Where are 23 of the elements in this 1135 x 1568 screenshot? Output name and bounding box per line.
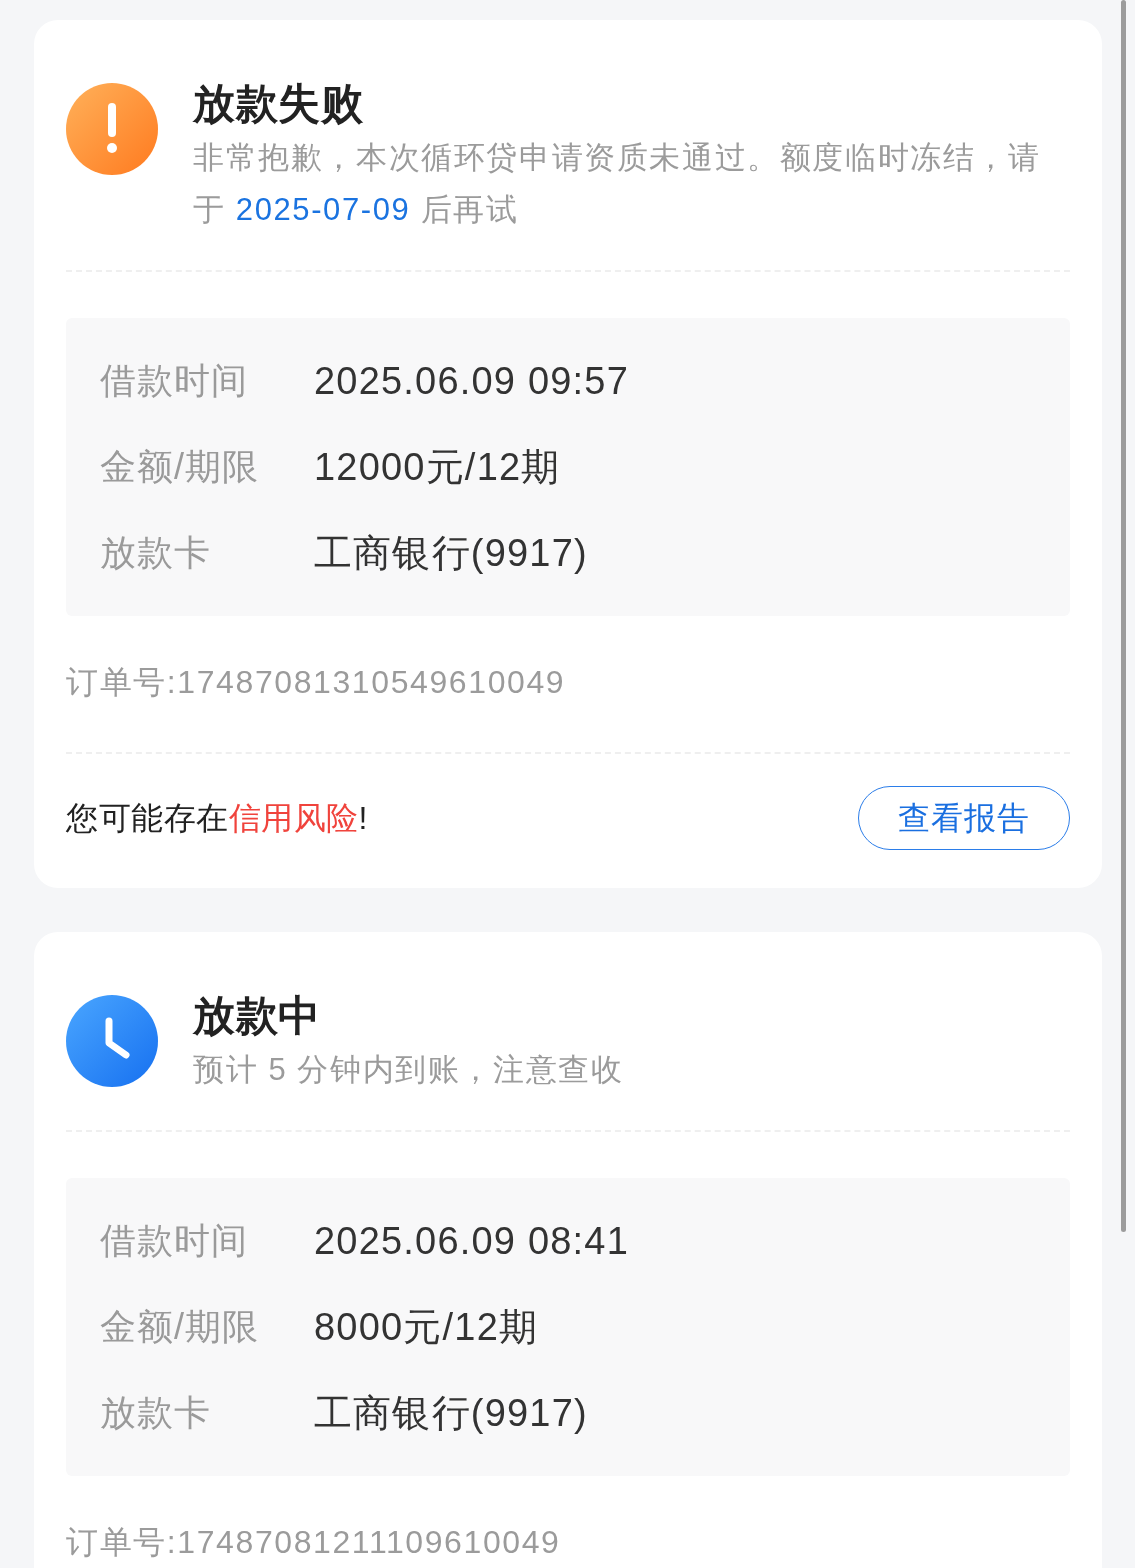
status-message: 预计 5 分钟内到账，注意查收 — [193, 1051, 625, 1089]
detail-value: 2025.06.09 09:57 — [314, 358, 630, 404]
detail-value: 8000元/12期 — [314, 1304, 539, 1350]
view-report-button[interactable]: 查看报告 — [858, 786, 1070, 850]
clock-icon — [66, 995, 158, 1087]
detail-value: 工商银行(9917) — [314, 530, 588, 576]
status-title: 放款失败 — [193, 80, 364, 128]
detail-label: 金额/期限 — [100, 445, 260, 489]
detail-value: 工商银行(9917) — [314, 1390, 588, 1436]
scrollbar[interactable] — [1121, 0, 1126, 1232]
detail-label: 借款时间 — [100, 1219, 249, 1263]
status-title: 放款中 — [193, 992, 322, 1040]
detail-label: 金额/期限 — [100, 1305, 260, 1349]
detail-label: 借款时间 — [100, 359, 249, 403]
exclamation-icon — [66, 83, 158, 175]
status-message: 非常抱歉，本次循环贷申请资质未通过。额度临时冻结，请于 2025-07-09 后再试 — [193, 139, 1042, 229]
detail-value: 2025.06.09 08:41 — [314, 1218, 630, 1264]
order-number: 订单号:17487081211109610049 — [66, 1523, 561, 1562]
detail-label: 放款卡 — [100, 531, 212, 575]
order-number: 订单号:17487081310549610049 — [66, 663, 566, 702]
credit-risk-notice: 您可能存在信用风险! — [66, 799, 368, 838]
detail-value: 12000元/12期 — [314, 444, 561, 490]
detail-label: 放款卡 — [100, 1391, 212, 1435]
